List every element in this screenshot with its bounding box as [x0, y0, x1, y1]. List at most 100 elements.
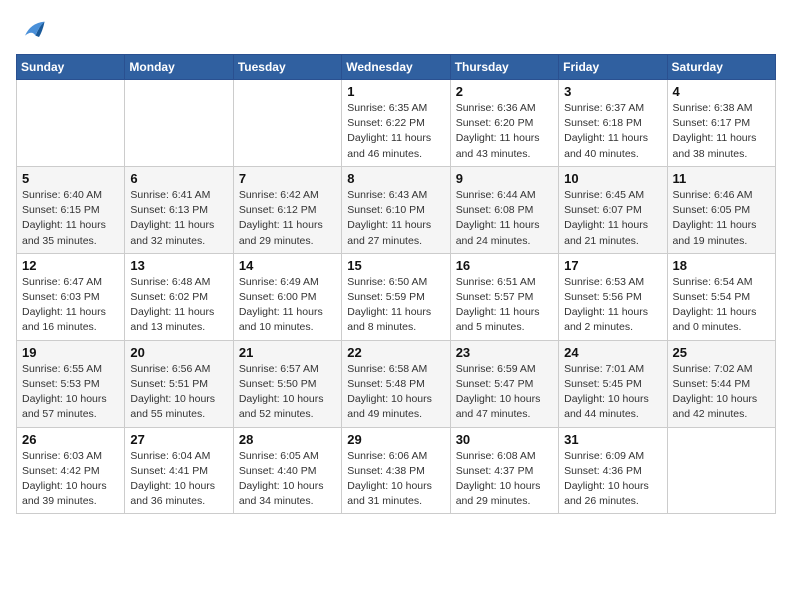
day-info: Sunrise: 6:41 AMSunset: 6:13 PMDaylight:…	[130, 188, 227, 249]
day-number: 18	[673, 258, 770, 273]
calendar-cell: 31 Sunrise: 6:09 AMSunset: 4:36 PMDayligh…	[559, 427, 667, 514]
page-header	[16, 16, 776, 44]
day-number: 31	[564, 432, 661, 447]
calendar-cell	[125, 80, 233, 167]
day-info: Sunrise: 6:57 AMSunset: 5:50 PMDaylight:…	[239, 362, 336, 423]
day-info: Sunrise: 6:04 AMSunset: 4:41 PMDaylight:…	[130, 449, 227, 510]
day-number: 25	[673, 345, 770, 360]
day-of-week-header: Tuesday	[233, 55, 341, 80]
day-number: 26	[22, 432, 119, 447]
calendar-cell: 22Sunrise: 6:58 AMSunset: 5:48 PMDayligh…	[342, 340, 450, 427]
day-number: 7	[239, 171, 336, 186]
day-number: 2	[456, 84, 553, 99]
day-info: Sunrise: 6:56 AMSunset: 5:51 PMDaylight:…	[130, 362, 227, 423]
day-number: 1	[347, 84, 444, 99]
calendar-cell: 14 Sunrise: 6:49 AMSunset: 6:00 PMDayligh…	[233, 253, 341, 340]
day-info: Sunrise: 6:37 AMSunset: 6:18 PMDaylight:…	[564, 101, 661, 162]
day-number: 22	[347, 345, 444, 360]
calendar-cell: 6 Sunrise: 6:41 AMSunset: 6:13 PMDaylight…	[125, 166, 233, 253]
day-number: 23	[456, 345, 553, 360]
calendar-cell: 1 Sunrise: 6:35 AMSunset: 6:22 PMDaylight…	[342, 80, 450, 167]
calendar-cell: 25Sunrise: 7:02 AMSunset: 5:44 PMDayligh…	[667, 340, 775, 427]
day-of-week-header: Friday	[559, 55, 667, 80]
calendar-cell: 10 Sunrise: 6:45 AMSunset: 6:07 PMDayligh…	[559, 166, 667, 253]
calendar-cell: 5 Sunrise: 6:40 AMSunset: 6:15 PMDaylight…	[17, 166, 125, 253]
day-number: 19	[22, 345, 119, 360]
day-info: Sunrise: 6:40 AMSunset: 6:15 PMDaylight:…	[22, 188, 119, 249]
calendar-cell: 26 Sunrise: 6:03 AMSunset: 4:42 PMDayligh…	[17, 427, 125, 514]
day-number: 4	[673, 84, 770, 99]
day-of-week-header: Monday	[125, 55, 233, 80]
day-info: Sunrise: 6:45 AMSunset: 6:07 PMDaylight:…	[564, 188, 661, 249]
day-info: Sunrise: 6:49 AMSunset: 6:00 PMDaylight:…	[239, 275, 336, 336]
calendar-cell: 16Sunrise: 6:51 AMSunset: 5:57 PMDayligh…	[450, 253, 558, 340]
day-number: 27	[130, 432, 227, 447]
calendar-cell: 4Sunrise: 6:38 AMSunset: 6:17 PMDaylight…	[667, 80, 775, 167]
day-info: Sunrise: 6:35 AMSunset: 6:22 PMDaylight:…	[347, 101, 444, 162]
calendar-cell: 3 Sunrise: 6:37 AMSunset: 6:18 PMDaylight…	[559, 80, 667, 167]
day-number: 15	[347, 258, 444, 273]
day-info: Sunrise: 6:59 AMSunset: 5:47 PMDaylight:…	[456, 362, 553, 423]
day-info: Sunrise: 6:44 AMSunset: 6:08 PMDaylight:…	[456, 188, 553, 249]
calendar-cell: 8 Sunrise: 6:43 AMSunset: 6:10 PMDaylight…	[342, 166, 450, 253]
day-number: 24	[564, 345, 661, 360]
day-info: Sunrise: 6:05 AMSunset: 4:40 PMDaylight:…	[239, 449, 336, 510]
day-info: Sunrise: 6:54 AMSunset: 5:54 PMDaylight:…	[673, 275, 770, 336]
calendar-cell: 18 Sunrise: 6:54 AMSunset: 5:54 PMDayligh…	[667, 253, 775, 340]
calendar-cell: 21 Sunrise: 6:57 AMSunset: 5:50 PMDayligh…	[233, 340, 341, 427]
calendar-week-row: 12Sunrise: 6:47 AMSunset: 6:03 PMDayligh…	[17, 253, 776, 340]
day-info: Sunrise: 6:03 AMSunset: 4:42 PMDaylight:…	[22, 449, 119, 510]
day-number: 30	[456, 432, 553, 447]
calendar-cell: 11 Sunrise: 6:46 AMSunset: 6:05 PMDayligh…	[667, 166, 775, 253]
calendar-cell: 20 Sunrise: 6:56 AMSunset: 5:51 PMDayligh…	[125, 340, 233, 427]
calendar-cell: 13 Sunrise: 6:48 AMSunset: 6:02 PMDayligh…	[125, 253, 233, 340]
day-number: 20	[130, 345, 227, 360]
day-of-week-header: Wednesday	[342, 55, 450, 80]
calendar-cell: 17 Sunrise: 6:53 AMSunset: 5:56 PMDayligh…	[559, 253, 667, 340]
day-number: 11	[673, 171, 770, 186]
day-number: 21	[239, 345, 336, 360]
day-number: 10	[564, 171, 661, 186]
day-info: Sunrise: 6:48 AMSunset: 6:02 PMDaylight:…	[130, 275, 227, 336]
day-info: Sunrise: 6:08 AMSunset: 4:37 PMDaylight:…	[456, 449, 553, 510]
day-number: 14	[239, 258, 336, 273]
day-number: 29	[347, 432, 444, 447]
day-info: Sunrise: 7:01 AMSunset: 5:45 PMDaylight:…	[564, 362, 661, 423]
calendar-cell: 7Sunrise: 6:42 AMSunset: 6:12 PMDaylight…	[233, 166, 341, 253]
calendar-cell: 12Sunrise: 6:47 AMSunset: 6:03 PMDayligh…	[17, 253, 125, 340]
calendar-cell	[233, 80, 341, 167]
calendar-week-row: 1 Sunrise: 6:35 AMSunset: 6:22 PMDaylight…	[17, 80, 776, 167]
calendar-cell: 29 Sunrise: 6:06 AMSunset: 4:38 PMDayligh…	[342, 427, 450, 514]
calendar-cell: 24 Sunrise: 7:01 AMSunset: 5:45 PMDayligh…	[559, 340, 667, 427]
day-info: Sunrise: 6:50 AMSunset: 5:59 PMDaylight:…	[347, 275, 444, 336]
day-number: 6	[130, 171, 227, 186]
calendar-cell: 27 Sunrise: 6:04 AMSunset: 4:41 PMDayligh…	[125, 427, 233, 514]
day-info: Sunrise: 6:43 AMSunset: 6:10 PMDaylight:…	[347, 188, 444, 249]
day-number: 8	[347, 171, 444, 186]
calendar-week-row: 5 Sunrise: 6:40 AMSunset: 6:15 PMDaylight…	[17, 166, 776, 253]
day-of-week-header: Sunday	[17, 55, 125, 80]
day-number: 13	[130, 258, 227, 273]
day-number: 28	[239, 432, 336, 447]
calendar-week-row: 26 Sunrise: 6:03 AMSunset: 4:42 PMDayligh…	[17, 427, 776, 514]
calendar-cell: 9Sunrise: 6:44 AMSunset: 6:08 PMDaylight…	[450, 166, 558, 253]
calendar-cell	[17, 80, 125, 167]
calendar-cell: 15 Sunrise: 6:50 AMSunset: 5:59 PMDayligh…	[342, 253, 450, 340]
calendar-cell: 2Sunrise: 6:36 AMSunset: 6:20 PMDaylight…	[450, 80, 558, 167]
logo	[16, 16, 46, 44]
day-number: 5	[22, 171, 119, 186]
day-info: Sunrise: 6:09 AMSunset: 4:36 PMDaylight:…	[564, 449, 661, 510]
day-info: Sunrise: 6:51 AMSunset: 5:57 PMDaylight:…	[456, 275, 553, 336]
day-number: 3	[564, 84, 661, 99]
day-info: Sunrise: 6:53 AMSunset: 5:56 PMDaylight:…	[564, 275, 661, 336]
calendar-cell	[667, 427, 775, 514]
day-number: 17	[564, 258, 661, 273]
calendar-header-row: SundayMondayTuesdayWednesdayThursdayFrid…	[17, 55, 776, 80]
calendar-cell: 19 Sunrise: 6:55 AMSunset: 5:53 PMDayligh…	[17, 340, 125, 427]
calendar-cell: 30 Sunrise: 6:08 AMSunset: 4:37 PMDayligh…	[450, 427, 558, 514]
day-info: Sunrise: 6:06 AMSunset: 4:38 PMDaylight:…	[347, 449, 444, 510]
day-of-week-header: Thursday	[450, 55, 558, 80]
day-of-week-header: Saturday	[667, 55, 775, 80]
day-info: Sunrise: 6:55 AMSunset: 5:53 PMDaylight:…	[22, 362, 119, 423]
day-info: Sunrise: 6:46 AMSunset: 6:05 PMDaylight:…	[673, 188, 770, 249]
